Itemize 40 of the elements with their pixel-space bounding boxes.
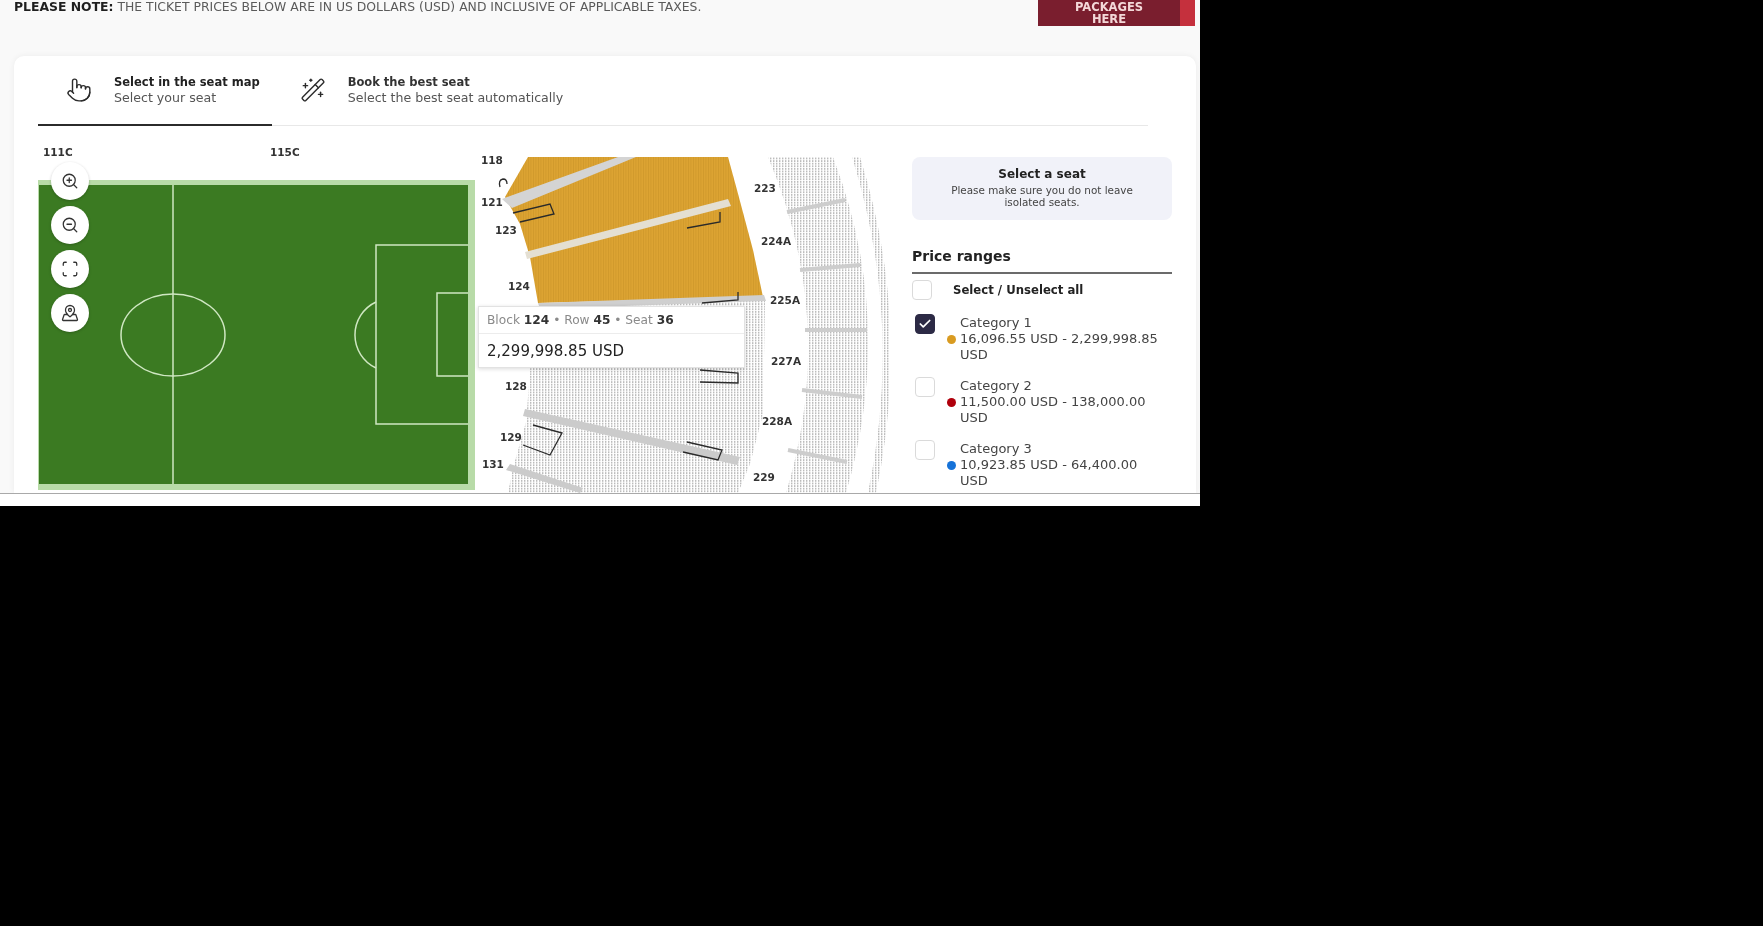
info-text: Please make sure you do not leave isolated seats. (950, 184, 1134, 208)
section-label: 228A (762, 415, 793, 427)
section-label: 111C (43, 146, 73, 158)
seat-details-text: Block 124 • Row 45 • Seat 36 (487, 313, 674, 327)
magic-wand-icon (299, 77, 326, 103)
checkbox[interactable] (915, 314, 935, 334)
zoom-in-button[interactable] (51, 162, 89, 200)
section-label: 121 (481, 196, 503, 208)
section-label: 227A (771, 355, 802, 367)
frame-corners-icon (61, 260, 79, 278)
tab[interactable]: Select in the seat map Select your seat (38, 66, 272, 126)
section-label: 224A (761, 235, 792, 247)
price-range-text: 10,923.85 USD - 64,400.00 USD (960, 457, 1139, 489)
section-label: 129 (500, 431, 522, 443)
section-label: 124 (508, 280, 530, 292)
notice-text: PLEASE NOTE: THE TICKET PRICES BELOW ARE IN US DOLLARS (USD) AND INCLUSIVE OF APPLICABLE TAXES. (14, 0, 702, 14)
zoom-in-icon (61, 172, 79, 190)
category-name: Category 2 (959, 378, 1033, 394)
section-label: 123 (495, 224, 517, 236)
map-pin-icon (61, 304, 79, 322)
zoom-out-icon (61, 216, 79, 234)
select-all-label[interactable]: Select / Unselect all (953, 283, 1084, 297)
section-label: 128 (505, 380, 527, 392)
section-label: 223 (754, 182, 776, 194)
section-label: 118 (481, 154, 503, 166)
section-label: 225A (770, 294, 801, 306)
section-label: 229 (753, 471, 775, 483)
section-label: 115C (270, 146, 300, 158)
price-range-text: 11,500.00 USD - 138,000.00 USD (960, 394, 1147, 426)
category-name: Category 3 (959, 441, 1033, 457)
seat-price: 2,299,998.85 USD (487, 341, 624, 360)
category-name: Category 1 (959, 315, 1033, 331)
price-range-text: 16,096.55 USD - 2,299,998.85 USD (960, 331, 1159, 363)
info-title: Select a seat (998, 166, 1086, 182)
section-label: 131 (482, 458, 504, 470)
check-icon (918, 317, 932, 331)
hand-pointer-icon (66, 77, 92, 103)
section-heading: Price ranges (912, 247, 1011, 265)
packages-button[interactable]: PACKAGES HERE (1038, 0, 1195, 26)
tab[interactable]: Book the best seat Select the best seat automatically (271, 66, 576, 126)
